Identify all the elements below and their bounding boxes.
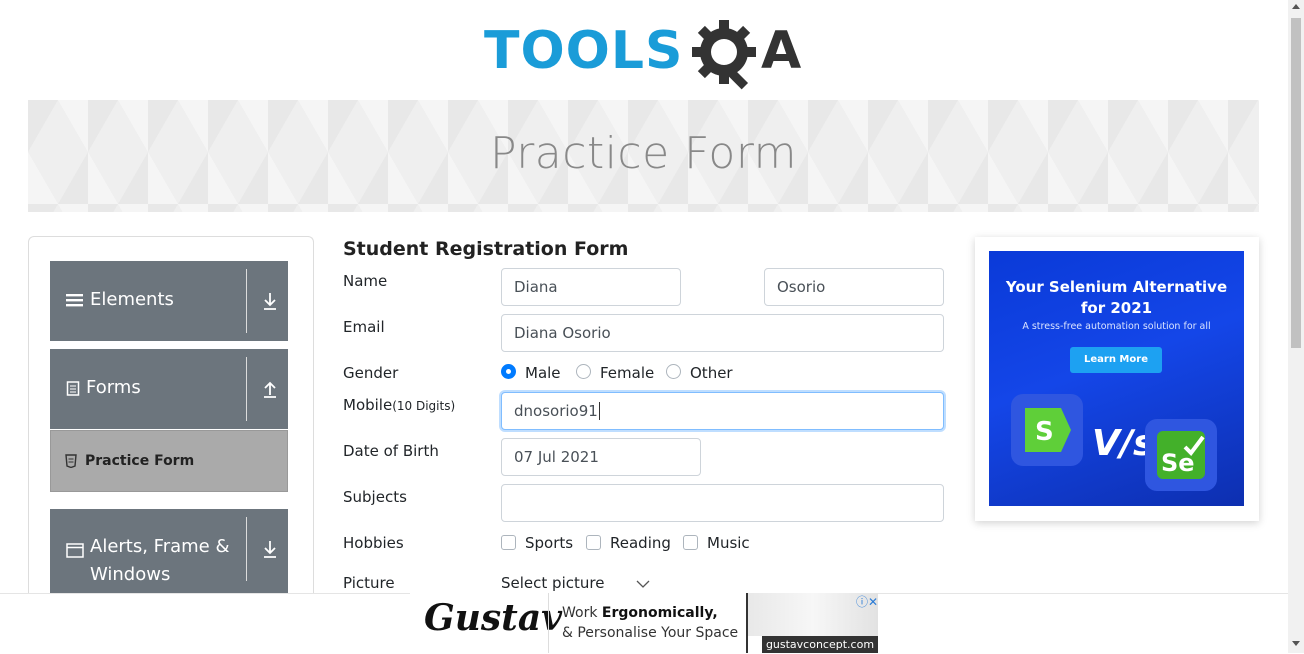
mobile-input[interactable]: dnosorio91: [501, 392, 944, 430]
bottom-ad[interactable]: Gustav Work Ergonomically, & Personalise…: [410, 593, 878, 653]
scroll-down-icon[interactable]: [1292, 641, 1300, 646]
download-arrow-icon[interactable]: [262, 291, 278, 311]
bottom-ad-text: Work Ergonomically, & Personalise Your S…: [562, 603, 738, 643]
gender-other-label[interactable]: Other: [690, 364, 733, 382]
sidebar-item-label: Practice Form: [85, 453, 195, 469]
subjects-input[interactable]: [501, 484, 944, 522]
gender-other-radio[interactable]: [666, 364, 681, 379]
email-label: Email: [343, 318, 385, 336]
side-ad[interactable]: Your Selenium Alternative for 2021 A str…: [975, 237, 1259, 521]
divider: [246, 517, 247, 581]
window-icon: [66, 543, 84, 558]
name-label: Name: [343, 272, 388, 290]
mobile-label: Mobile(10 Digits): [343, 396, 455, 414]
hobbies-label: Hobbies: [343, 534, 404, 552]
sidebar-group-label: Elements: [90, 289, 174, 310]
menu-icon: [66, 293, 83, 306]
chevron-down-icon[interactable]: [636, 580, 650, 589]
document-icon: [66, 380, 80, 396]
side-ad-subtext: A stress-free automation solution for al…: [1022, 321, 1211, 332]
scroll-up-icon[interactable]: [1292, 4, 1300, 9]
form-title: Student Registration Form: [343, 238, 629, 260]
sidebar-group-label: Forms: [86, 377, 141, 398]
learn-more-button[interactable]: Learn More: [1070, 347, 1162, 373]
katalon-logo: S: [1011, 394, 1083, 466]
subjects-label: Subjects: [343, 488, 407, 506]
gender-female-label[interactable]: Female: [600, 364, 654, 382]
last-name-input[interactable]: Osorio: [764, 268, 944, 306]
side-ad-headline: Your Selenium Alternative for 2021: [989, 277, 1244, 319]
katalon-logo-text: S: [1035, 417, 1054, 447]
logo-text-tools: TOOLS: [484, 21, 683, 81]
divider: [548, 593, 549, 653]
sidebar-group-label: Alerts, Frame &: [90, 536, 230, 557]
scrollbar[interactable]: [1288, 0, 1304, 653]
gear-icon: [692, 20, 756, 90]
hobby-reading-checkbox[interactable]: [586, 535, 601, 550]
divider: [246, 269, 247, 333]
first-name-input[interactable]: Diana: [501, 268, 681, 306]
select-picture-button[interactable]: Select picture: [501, 574, 604, 592]
selenium-logo: Se: [1145, 419, 1217, 491]
page-title: Practice Form: [489, 128, 798, 179]
mobile-hint: (10 Digits): [392, 399, 456, 413]
gender-male-radio[interactable]: [501, 364, 516, 379]
toolsqa-logo[interactable]: TOOLS A: [484, 16, 814, 90]
hobby-music-checkbox[interactable]: [683, 535, 698, 550]
gustav-logo: Gustav: [424, 597, 563, 639]
download-arrow-icon[interactable]: [262, 539, 278, 559]
gender-male-label[interactable]: Male: [525, 364, 561, 382]
hobby-sports-label[interactable]: Sports: [525, 534, 573, 552]
bottom-ad-line1a: Work: [562, 605, 602, 621]
scrollbar-thumb[interactable]: [1291, 18, 1301, 348]
dob-label: Date of Birth: [343, 442, 439, 460]
divider: [246, 357, 247, 421]
ad-close-icon[interactable]: ⓘ✕: [848, 593, 878, 609]
sidebar-group-alerts[interactable]: Alerts, Frame & Windows: [50, 509, 288, 593]
sidebar-group-elements[interactable]: Elements: [50, 261, 288, 341]
upload-arrow-icon[interactable]: [262, 379, 278, 399]
hobby-music-label[interactable]: Music: [707, 534, 750, 552]
hobby-sports-checkbox[interactable]: [501, 535, 516, 550]
bottom-ad-line1b: Ergonomically,: [601, 605, 718, 621]
side-ad-image[interactable]: Your Selenium Alternative for 2021 A str…: [989, 251, 1244, 506]
side-ad-headline-line2: for 2021: [1080, 299, 1153, 317]
html5-icon: [65, 454, 77, 468]
hobby-reading-label[interactable]: Reading: [610, 534, 671, 552]
bottom-ad-site[interactable]: gustavconcept.com: [762, 636, 878, 653]
bottom-ad-line2: & Personalise Your Space: [562, 625, 739, 641]
mobile-label-text: Mobile: [343, 396, 393, 414]
text-caret: [598, 402, 600, 420]
dob-input[interactable]: 07 Jul 2021: [501, 438, 701, 476]
gender-label: Gender: [343, 364, 399, 382]
email-input[interactable]: Diana Osorio: [501, 314, 944, 352]
logo-text-a: A: [761, 21, 801, 81]
picture-label: Picture: [343, 574, 395, 592]
sidebar-group-label-line2: Windows: [90, 564, 171, 585]
gender-female-radio[interactable]: [576, 364, 591, 379]
page-banner: Practice Form: [28, 100, 1259, 212]
sidebar-group-forms[interactable]: Forms: [50, 349, 288, 429]
sidebar-item-practice-form[interactable]: Practice Form: [50, 430, 288, 492]
side-ad-headline-line1: Your Selenium Alternative: [1005, 278, 1228, 296]
mobile-input-value: dnosorio91: [514, 402, 598, 420]
